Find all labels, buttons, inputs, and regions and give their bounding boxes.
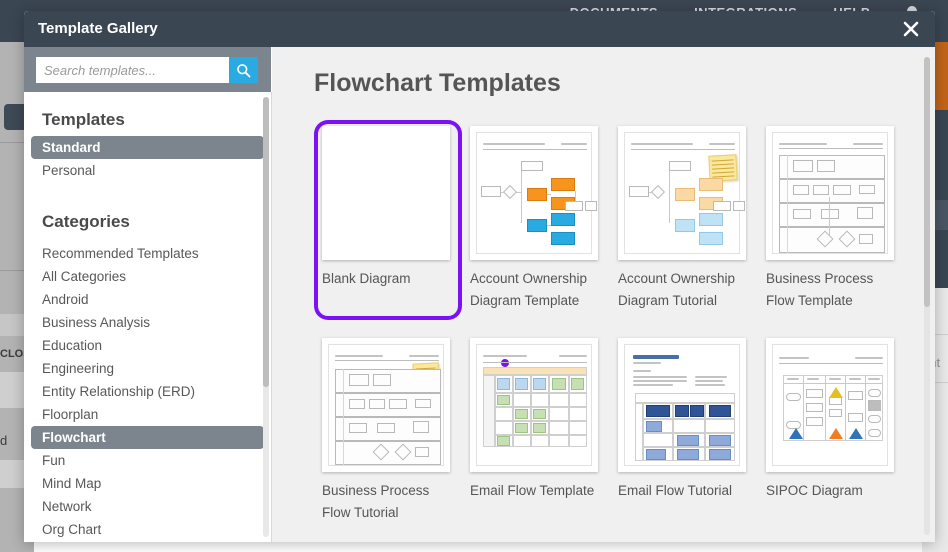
search-input[interactable] <box>36 57 229 83</box>
template-thumbnail <box>618 338 746 472</box>
template-thumbnail <box>618 126 746 260</box>
template-label: Account Ownership Diagram Tutorial <box>618 271 736 308</box>
template-label: Business Process Flow Template <box>766 271 874 308</box>
sidebar-item-education[interactable]: Education <box>31 334 264 357</box>
template-label: SIPOC Diagram <box>766 483 863 498</box>
template-label: Email Flow Template <box>470 483 595 498</box>
sidebar-item-business-analysis[interactable]: Business Analysis <box>31 311 264 334</box>
sidebar-item-personal[interactable]: Personal <box>31 159 264 182</box>
sidebar: Templates Standard Personal Categories R… <box>24 47 272 542</box>
sidebar-item-org-chart[interactable]: Org Chart <box>31 518 264 541</box>
template-thumbnail <box>766 126 894 260</box>
template-label: Business Process Flow Tutorial <box>322 483 430 520</box>
template-gallery-dialog: Template Gallery Search templates... Tem… <box>24 11 935 542</box>
template-thumbnail <box>470 126 598 260</box>
search-bar <box>24 47 271 92</box>
sidebar-item-network[interactable]: Network <box>31 495 264 518</box>
template-card-email-flow-template[interactable]: Email Flow Template <box>462 332 610 532</box>
sidebar-item-engineering[interactable]: Engineering <box>31 357 264 380</box>
sidebar-item-floorplan[interactable]: Floorplan <box>31 403 264 426</box>
sidebar-item-standard[interactable]: Standard <box>31 136 264 159</box>
results-scrollbar-thumb[interactable] <box>924 57 930 307</box>
template-card-business-process-flow-template[interactable]: Business Process Flow Template <box>758 120 906 320</box>
dialog-header: Template Gallery <box>24 11 935 47</box>
template-results-panel: Flowchart Templates Blank Diagram Accoun… <box>272 47 935 542</box>
page-title: Flowchart Templates <box>314 69 561 97</box>
template-card-blank-diagram[interactable]: Blank Diagram <box>314 120 462 320</box>
template-card-business-process-flow-tutorial[interactable]: Business Process Flow Tutorial <box>314 332 462 532</box>
template-thumbnail <box>322 126 450 260</box>
template-grid: Blank Diagram Account Ownership Diagram … <box>314 120 935 532</box>
sidebar-item-android[interactable]: Android <box>31 288 264 311</box>
template-label: Blank Diagram <box>322 271 411 286</box>
sidebar-item-all-categories[interactable]: All Categories <box>31 265 264 288</box>
sidebar-item-entity-relationship[interactable]: Entity Relationship (ERD) <box>31 380 264 403</box>
sidebar-item-fun[interactable]: Fun <box>31 449 264 472</box>
sidebar-scroll-area: Templates Standard Personal Categories R… <box>24 92 271 542</box>
sidebar-heading-templates: Templates <box>42 110 125 129</box>
template-label: Account Ownership Diagram Template <box>470 271 588 308</box>
search-icon[interactable] <box>229 57 258 83</box>
sidebar-item-recommended-templates[interactable]: Recommended Templates <box>31 242 264 265</box>
sidebar-item-mind-map[interactable]: Mind Map <box>31 472 264 495</box>
template-card-sipoc-diagram[interactable]: SIPOC Diagram <box>758 332 906 532</box>
template-label: Email Flow Tutorial <box>618 483 733 498</box>
template-thumbnail <box>322 338 450 472</box>
dialog-body: Templates Standard Personal Categories R… <box>24 47 935 542</box>
sidebar-heading-categories: Categories <box>42 212 130 231</box>
template-thumbnail <box>766 338 894 472</box>
sidebar-scrollbar-thumb[interactable] <box>263 97 269 387</box>
dialog-title: Template Gallery <box>38 20 158 37</box>
screen: DOCUMENTS INTEGRATIONS HELP CLOS d ent <box>0 0 948 552</box>
close-icon[interactable] <box>894 12 928 46</box>
template-card-account-ownership-diagram-tutorial[interactable]: Account Ownership Diagram Tutorial <box>610 120 758 320</box>
sidebar-item-flowchart[interactable]: Flowchart <box>31 426 264 449</box>
template-card-email-flow-tutorial[interactable]: Email Flow Tutorial <box>610 332 758 532</box>
template-card-account-ownership-diagram-template[interactable]: Account Ownership Diagram Template <box>462 120 610 320</box>
template-thumbnail <box>470 338 598 472</box>
